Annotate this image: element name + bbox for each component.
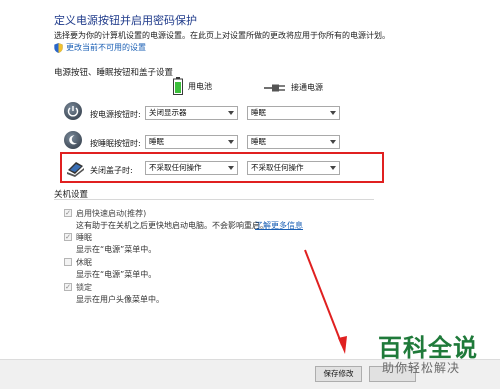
save-button[interactable]: 保存修改 xyxy=(315,366,362,382)
watermark-logo-text: 百科全说 xyxy=(378,334,478,362)
watermark-subtitle: 助你轻松解决 xyxy=(382,361,461,375)
